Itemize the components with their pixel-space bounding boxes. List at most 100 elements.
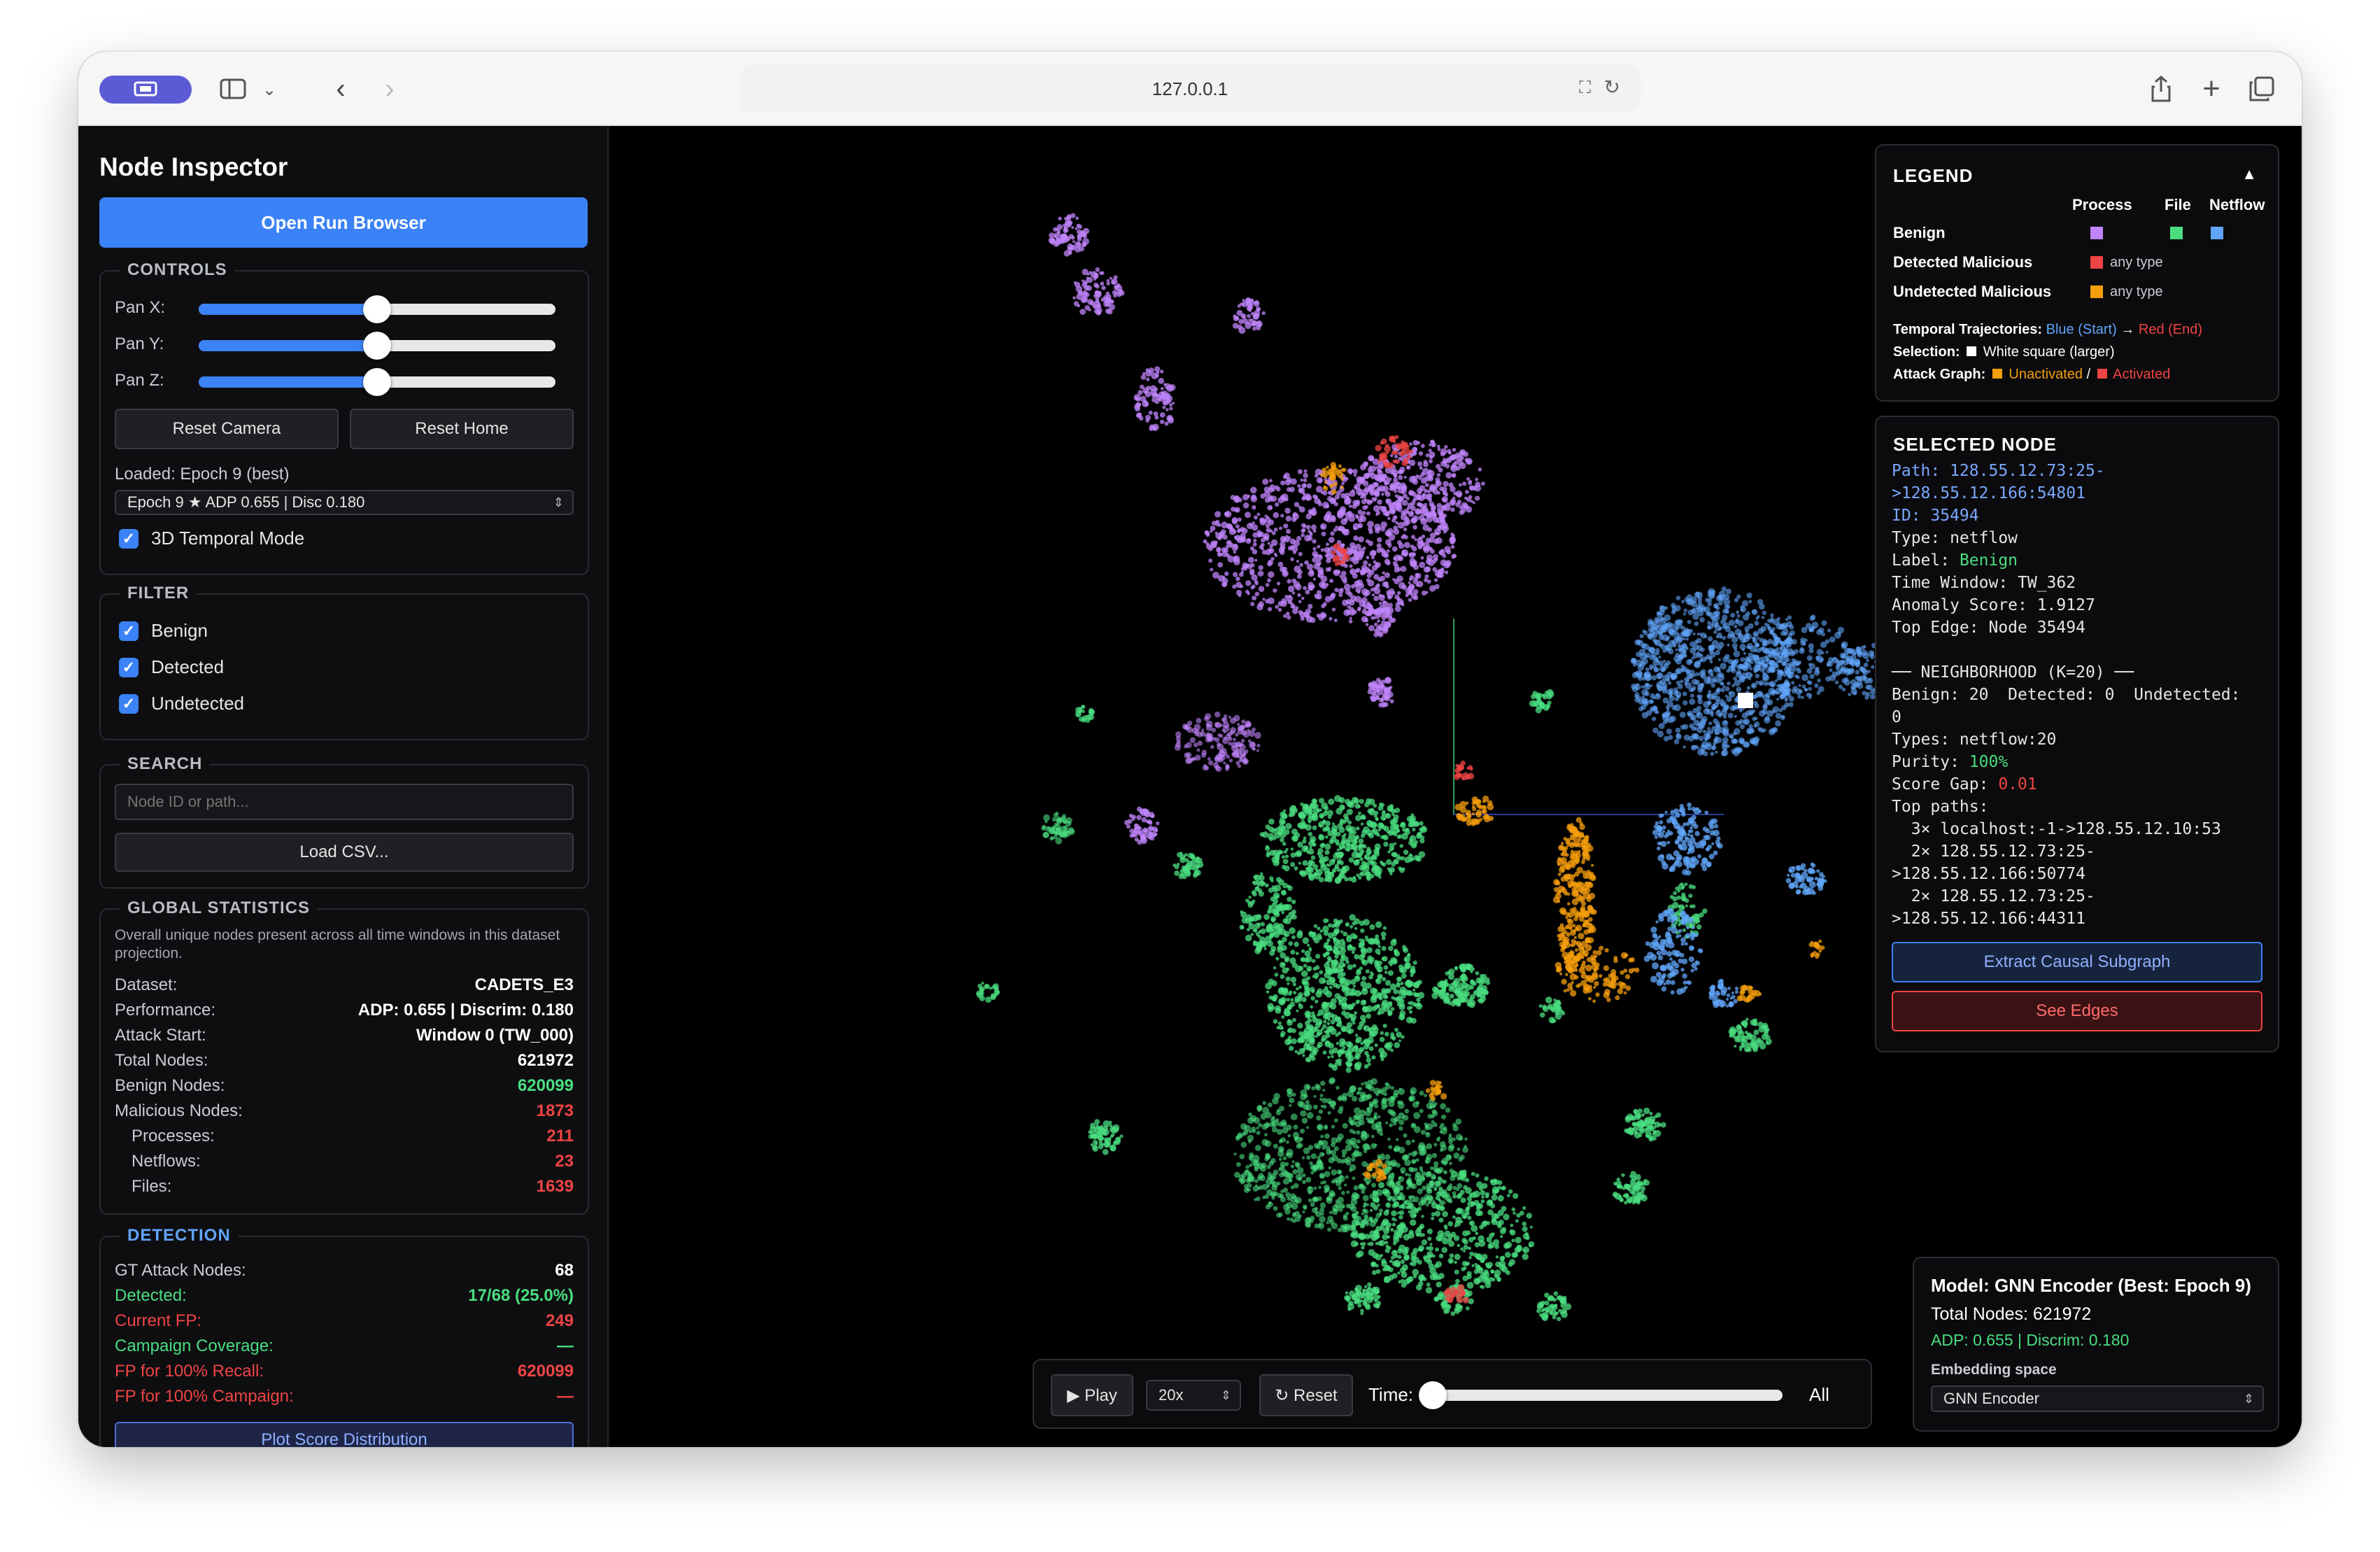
node-point[interactable] [1395, 521, 1399, 525]
node-point[interactable] [1410, 1090, 1415, 1095]
node-point[interactable] [1278, 1157, 1282, 1162]
node-point[interactable] [1435, 1204, 1440, 1209]
node-point[interactable] [1273, 528, 1278, 532]
node-point[interactable] [1433, 1168, 1439, 1173]
node-point[interactable] [1142, 827, 1148, 833]
node-point[interactable] [1291, 1092, 1296, 1097]
node-point[interactable] [1410, 1219, 1417, 1226]
node-point[interactable] [1398, 1215, 1403, 1220]
node-point[interactable] [1271, 1184, 1278, 1191]
node-point[interactable] [1167, 417, 1175, 424]
node-point[interactable] [1387, 1222, 1392, 1227]
node-point[interactable] [1447, 1136, 1453, 1141]
node-point[interactable] [1475, 1173, 1480, 1178]
node-point[interactable] [1298, 992, 1303, 998]
node-point[interactable] [1385, 539, 1391, 546]
node-point[interactable] [1233, 495, 1240, 502]
node-point[interactable] [1145, 402, 1149, 407]
node-point[interactable] [1369, 1208, 1373, 1212]
node-point[interactable] [1111, 278, 1118, 285]
node-point[interactable] [1375, 631, 1380, 635]
node-point[interactable] [1265, 1204, 1270, 1210]
node-point[interactable] [1487, 1243, 1493, 1249]
node-point[interactable] [1412, 828, 1416, 832]
node-point[interactable] [1419, 1108, 1424, 1113]
node-point[interactable] [1214, 737, 1220, 742]
node-point[interactable] [1375, 1269, 1381, 1274]
node-point[interactable] [1443, 1303, 1448, 1308]
node-point[interactable] [1232, 323, 1239, 329]
node-point[interactable] [1371, 593, 1375, 597]
node-point[interactable] [1330, 1103, 1334, 1108]
node-point[interactable] [1127, 819, 1133, 824]
node-point[interactable] [1314, 1206, 1319, 1211]
node-point[interactable] [1401, 1271, 1408, 1278]
node-point[interactable] [1463, 1185, 1468, 1190]
node-point[interactable] [1389, 485, 1396, 491]
node-point[interactable] [1240, 925, 1245, 929]
node-point[interactable] [1336, 1041, 1340, 1045]
node-point[interactable] [1173, 863, 1177, 867]
node-point[interactable] [1093, 277, 1096, 281]
node-point[interactable] [1304, 1010, 1311, 1017]
node-point[interactable] [1331, 822, 1335, 826]
node-point[interactable] [1372, 828, 1375, 833]
node-point[interactable] [1434, 578, 1438, 582]
node-point[interactable] [1465, 991, 1471, 996]
node-point[interactable] [1269, 544, 1273, 549]
node-point[interactable] [1072, 240, 1075, 244]
node-point[interactable] [1451, 472, 1457, 478]
node-point[interactable] [1451, 554, 1456, 559]
node-point[interactable] [1398, 1195, 1403, 1200]
node-point[interactable] [1242, 493, 1249, 501]
node-point[interactable] [1515, 1219, 1519, 1223]
node-point[interactable] [1290, 557, 1294, 561]
node-point[interactable] [1329, 1211, 1333, 1215]
node-point[interactable] [1317, 988, 1323, 994]
node-point[interactable] [1369, 1119, 1375, 1124]
node-point[interactable] [1355, 1000, 1360, 1005]
node-point[interactable] [1154, 832, 1158, 836]
node-point[interactable] [1135, 397, 1138, 400]
node-point[interactable] [1361, 1246, 1365, 1250]
node-point[interactable] [1373, 1103, 1379, 1108]
node-point[interactable] [1353, 1185, 1359, 1191]
node-point[interactable] [1358, 536, 1364, 542]
node-point[interactable] [1261, 941, 1267, 947]
node-point[interactable] [1432, 1103, 1436, 1108]
node-point[interactable] [1446, 1185, 1452, 1192]
node-point[interactable] [1280, 1190, 1284, 1194]
node-point[interactable] [1393, 1189, 1399, 1195]
node-point[interactable] [1452, 1125, 1459, 1131]
node-point[interactable] [1480, 1285, 1485, 1290]
node-point[interactable] [1214, 531, 1218, 535]
node-point[interactable] [1539, 703, 1545, 710]
node-point[interactable] [1314, 1223, 1319, 1229]
node-point[interactable] [1353, 535, 1359, 541]
node-point[interactable] [1339, 574, 1343, 578]
node-point[interactable] [1350, 1014, 1357, 1020]
node-point[interactable] [1326, 938, 1331, 943]
node-point[interactable] [1287, 579, 1291, 584]
node-point[interactable] [1368, 465, 1373, 469]
node-point[interactable] [1387, 1011, 1392, 1017]
node-point[interactable] [1466, 1211, 1470, 1215]
node-point[interactable] [1382, 999, 1389, 1006]
node-point[interactable] [1322, 925, 1329, 933]
node-point[interactable] [1330, 531, 1335, 536]
node-point[interactable] [1373, 1230, 1379, 1236]
node-point[interactable] [1450, 500, 1456, 507]
node-point[interactable] [1306, 1112, 1314, 1120]
node-point[interactable] [1303, 989, 1311, 997]
node-point[interactable] [1391, 1222, 1396, 1227]
node-point[interactable] [1342, 1154, 1346, 1158]
node-point[interactable] [1522, 1221, 1527, 1227]
node-point[interactable] [1377, 945, 1381, 948]
node-point[interactable] [1326, 583, 1329, 586]
node-point[interactable] [1396, 1225, 1401, 1230]
node-point[interactable] [1042, 831, 1049, 838]
node-point[interactable] [1296, 1009, 1299, 1013]
node-point[interactable] [1362, 986, 1368, 992]
node-point[interactable] [1266, 940, 1273, 947]
node-point[interactable] [1298, 488, 1303, 493]
